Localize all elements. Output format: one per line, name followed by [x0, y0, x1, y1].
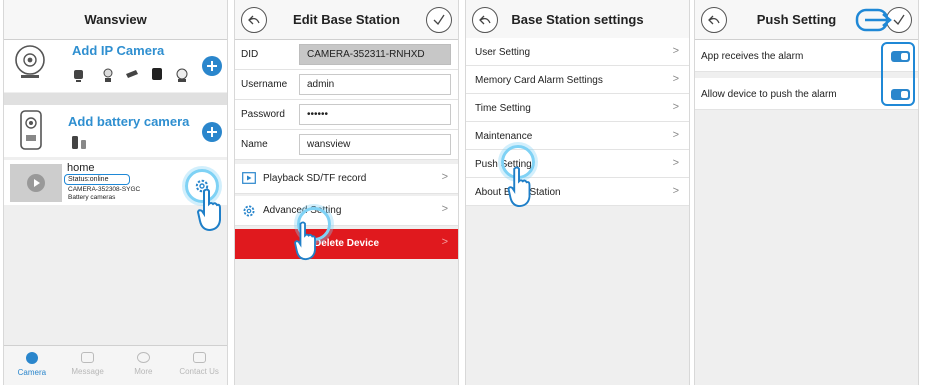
battery-camera-icon: [20, 110, 42, 150]
menu-item-label: User Setting: [475, 47, 531, 58]
menu-item-user-setting[interactable]: User Setting >: [466, 38, 689, 66]
arrow-right-icon: [855, 8, 892, 32]
tap-hand-icon: [294, 221, 316, 261]
tab-more-label: More: [134, 367, 153, 376]
chevron-right-icon: >: [672, 129, 679, 141]
edit-base-station-screen: Edit Base Station DID CAMERA-352311-RNHX…: [234, 0, 459, 385]
tap-hand-icon: [507, 166, 531, 208]
chevron-right-icon: >: [672, 157, 679, 169]
tap-hand-icon: [196, 188, 221, 232]
page-title: Base Station settings: [511, 12, 644, 27]
did-label: DID: [241, 49, 259, 60]
menu-item-label: Maintenance: [475, 131, 533, 142]
delete-device-button[interactable]: Delete Device >: [235, 229, 458, 259]
add-ip-camera-card[interactable]: Add IP Camera: [4, 40, 227, 92]
ip-camera-icon: [15, 45, 45, 78]
device-type: Battery cameras: [68, 194, 116, 201]
menu-item-memory-card-alarm[interactable]: Memory Card Alarm Settings >: [466, 66, 689, 94]
menu-item-about-base-station[interactable]: About Base Station>: [466, 178, 689, 206]
chevron-right-icon: >: [441, 171, 448, 183]
name-row: Name wansview: [235, 130, 458, 160]
title-bar: Wansview: [4, 0, 227, 40]
app-receives-alarm-label: App receives the alarm: [701, 51, 804, 62]
add-battery-camera-button[interactable]: [202, 122, 222, 142]
battery-camera-model-icon: [72, 136, 86, 149]
play-icon: [27, 174, 45, 192]
tab-contact-us-label: Contact Us: [179, 367, 219, 376]
device-status: Status:online: [68, 176, 109, 183]
gear-icon: [243, 205, 255, 217]
did-field: CAMERA-352311-RNHXD: [299, 44, 451, 65]
chevron-right-icon: >: [672, 45, 679, 57]
playback-icon: [242, 172, 256, 184]
menu-item-label: Time Setting: [475, 103, 531, 114]
chevron-right-icon: >: [441, 203, 448, 215]
username-label: Username: [241, 79, 288, 90]
device-name: home: [67, 162, 95, 174]
check-icon: [433, 14, 445, 26]
base-station-settings-screen: Base Station settings User Setting > Memo…: [465, 0, 690, 385]
allow-device-push-label: Allow device to push the alarm: [701, 89, 837, 100]
contact-tab-icon: [192, 352, 206, 363]
username-row: Username admin: [235, 70, 458, 100]
add-ip-camera-button[interactable]: [202, 56, 222, 76]
chevron-right-icon: >: [441, 236, 448, 248]
menu-item-maintenance[interactable]: Maintenance >: [466, 122, 689, 150]
add-battery-camera-label: Add battery camera: [68, 114, 190, 129]
playback-row[interactable]: Playback SD/TF record >: [235, 164, 458, 194]
chevron-right-icon: >: [672, 73, 679, 85]
page-title: Edit Base Station: [293, 12, 400, 27]
playback-label: Playback SD/TF record: [263, 173, 367, 184]
tab-message[interactable]: Message: [60, 346, 116, 385]
camera-list-screen: Wansview Add IP Camera Add battery camer…: [3, 0, 228, 385]
tab-contact-us[interactable]: Contact Us: [171, 346, 227, 385]
add-ip-camera-label: Add IP Camera: [72, 43, 165, 58]
name-label: Name: [241, 139, 268, 150]
confirm-button[interactable]: [426, 7, 452, 33]
camera-tab-icon: [25, 352, 38, 364]
device-thumbnail[interactable]: [10, 164, 62, 202]
password-row: Password ••••••: [235, 100, 458, 130]
delete-device-label: Delete Device: [313, 238, 380, 249]
page-title: Wansview: [84, 12, 147, 27]
chevron-right-icon: >: [672, 185, 679, 197]
title-bar: Base Station settings: [466, 0, 689, 40]
more-tab-icon: [136, 352, 150, 363]
plus-icon: [207, 61, 217, 71]
title-bar: Push Setting: [695, 0, 918, 40]
tab-message-label: Message: [71, 367, 104, 376]
username-field[interactable]: admin: [299, 74, 451, 95]
advanced-setting-row[interactable]: Advanced Setting >: [235, 196, 458, 226]
tab-more[interactable]: More: [116, 346, 172, 385]
chevron-right-icon: >: [672, 101, 679, 113]
did-row: DID CAMERA-352311-RNHXD: [235, 40, 458, 70]
title-bar: Edit Base Station: [235, 0, 458, 40]
name-field[interactable]: wansview: [299, 134, 451, 155]
camera-models-icon: [74, 68, 188, 82]
push-setting-screen: Push Setting App receives the alarm Allo…: [694, 0, 919, 385]
add-battery-camera-card[interactable]: Add battery camera: [4, 105, 227, 157]
password-label: Password: [241, 109, 285, 120]
menu-item-time-setting[interactable]: Time Setting >: [466, 94, 689, 122]
menu-item-push-setting[interactable]: Push Setting >: [466, 150, 689, 178]
bottom-tab-bar: Camera Message More Contact Us: [4, 345, 227, 385]
tab-camera-label: Camera: [17, 368, 47, 377]
password-field[interactable]: ••••••: [299, 104, 451, 125]
menu-item-label: Memory Card Alarm Settings: [475, 75, 603, 86]
tab-camera[interactable]: Camera: [4, 346, 60, 385]
device-card-home[interactable]: home Status:online CAMERA-352308-SYGC Ba…: [4, 160, 227, 205]
toggle-highlight: [881, 42, 915, 106]
device-id: CAMERA-352308-SYGC: [68, 186, 141, 193]
message-tab-icon: [81, 352, 95, 363]
plus-icon: [207, 127, 217, 137]
divider: [4, 93, 227, 105]
